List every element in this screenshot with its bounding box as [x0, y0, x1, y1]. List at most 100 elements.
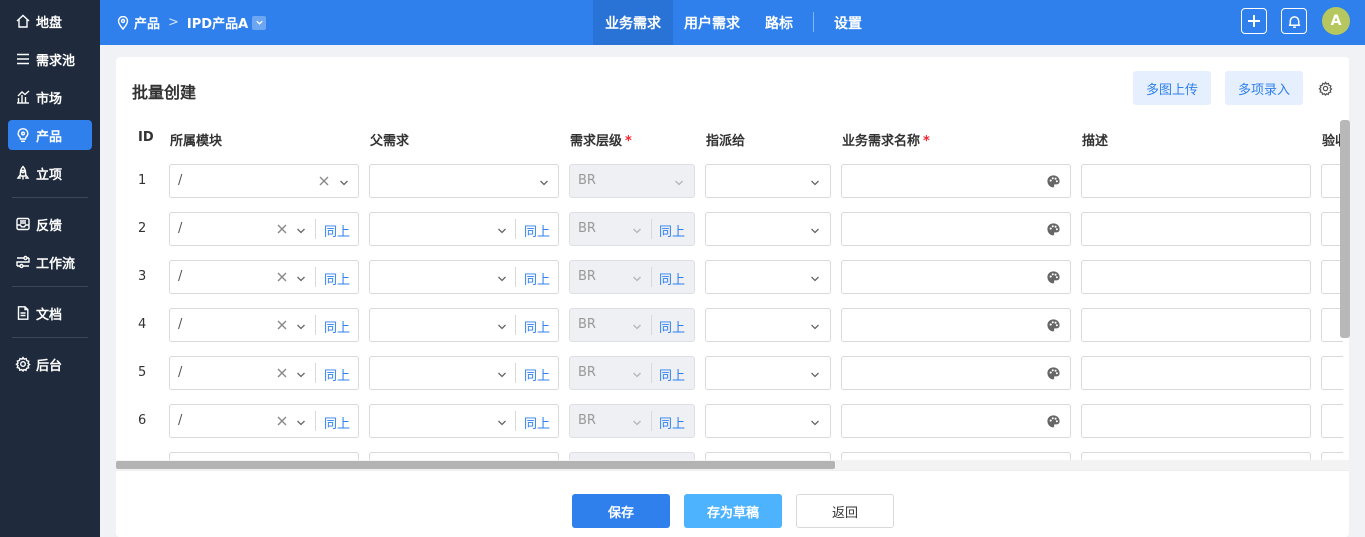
parent-requirement-select[interactable]: 同上 — [369, 404, 559, 438]
description-input[interactable] — [1081, 404, 1311, 438]
assignee-select[interactable] — [705, 260, 831, 294]
parent-requirement-select[interactable]: 同上 — [369, 308, 559, 342]
module-select[interactable]: / 同上 — [169, 308, 359, 342]
requirement-name-input[interactable] — [841, 212, 1071, 246]
same-as-above-toggle[interactable]: 同上 — [524, 365, 550, 384]
same-as-above-toggle[interactable]: 同上 — [659, 221, 685, 240]
parent-requirement-select[interactable]: 同上 — [369, 212, 559, 246]
color-palette-icon[interactable] — [1046, 270, 1061, 285]
same-as-above-toggle[interactable]: 同上 — [659, 269, 685, 288]
parent-requirement-select[interactable] — [369, 164, 559, 198]
multi-image-upload-button[interactable]: 多图上传 — [1133, 71, 1211, 105]
same-as-above-toggle[interactable]: 同上 — [659, 413, 685, 432]
parent-requirement-select[interactable]: 同上 — [369, 260, 559, 294]
requirement-level-select[interactable]: BR 同上 — [569, 308, 695, 342]
tab-business-requirements[interactable]: 业务需求 — [593, 0, 673, 45]
same-as-above-toggle[interactable]: 同上 — [324, 269, 350, 288]
color-palette-icon[interactable] — [1046, 366, 1061, 381]
module-select[interactable]: / 同上 — [169, 260, 359, 294]
description-input[interactable] — [1081, 260, 1311, 294]
save-draft-button[interactable]: 存为草稿 — [684, 494, 782, 528]
add-button[interactable] — [1241, 8, 1267, 34]
module-select[interactable]: / 同上 — [169, 212, 359, 246]
sidebar-item-dashboard[interactable]: 地盘 — [8, 6, 92, 36]
sidebar-item-demand-pool[interactable]: 需求池 — [8, 44, 92, 74]
breadcrumb-root[interactable]: 产品 — [134, 13, 160, 32]
requirement-level-select[interactable]: BR 同上 — [569, 260, 695, 294]
module-select[interactable]: / 同上 — [169, 404, 359, 438]
clear-icon[interactable] — [276, 415, 288, 427]
tab-settings[interactable]: 设置 — [827, 0, 869, 45]
color-palette-icon[interactable] — [1046, 414, 1061, 429]
row-cell[interactable] — [569, 452, 695, 460]
description-input[interactable] — [1081, 212, 1311, 246]
requirement-name-input[interactable] — [841, 308, 1071, 342]
clear-icon[interactable] — [276, 271, 288, 283]
sidebar-item-admin[interactable]: 后台 — [8, 349, 92, 379]
same-as-above-toggle[interactable]: 同上 — [324, 317, 350, 336]
row-cell[interactable] — [841, 452, 1071, 460]
sidebar-item-project[interactable]: 立项 — [8, 158, 92, 188]
acceptance-input[interactable] — [1321, 404, 1343, 438]
sidebar-item-product[interactable]: 产品 — [8, 120, 92, 150]
scrollbar-thumb[interactable] — [116, 461, 835, 469]
tab-roadmap[interactable]: 路标 — [758, 0, 800, 45]
row-cell[interactable] — [705, 452, 831, 460]
assignee-select[interactable] — [705, 308, 831, 342]
module-select[interactable]: / — [169, 164, 359, 198]
color-palette-icon[interactable] — [1046, 174, 1061, 189]
same-as-above-toggle[interactable]: 同上 — [524, 413, 550, 432]
acceptance-input[interactable] — [1321, 356, 1343, 390]
same-as-above-toggle[interactable]: 同上 — [659, 317, 685, 336]
save-button[interactable]: 保存 — [572, 494, 670, 528]
assignee-select[interactable] — [705, 356, 831, 390]
clear-icon[interactable] — [276, 319, 288, 331]
description-input[interactable] — [1081, 308, 1311, 342]
back-button[interactable]: 返回 — [796, 494, 894, 528]
same-as-above-toggle[interactable]: 同上 — [524, 317, 550, 336]
settings-gear-icon[interactable] — [1318, 81, 1333, 96]
requirement-level-select[interactable]: BR 同上 — [569, 356, 695, 390]
parent-requirement-select[interactable]: 同上 — [369, 356, 559, 390]
same-as-above-toggle[interactable]: 同上 — [324, 221, 350, 240]
requirement-level-select[interactable]: BR — [569, 164, 695, 198]
requirement-name-input[interactable] — [841, 404, 1071, 438]
breadcrumb-product[interactable]: IPD产品A — [187, 13, 248, 32]
requirement-name-input[interactable] — [841, 164, 1071, 198]
multi-entry-button[interactable]: 多项录入 — [1225, 71, 1303, 105]
sidebar-item-feedback[interactable]: 反馈 — [8, 209, 92, 239]
sidebar-item-workflow[interactable]: 工作流 — [8, 247, 92, 277]
tab-user-requirements[interactable]: 用户需求 — [678, 0, 746, 45]
same-as-above-toggle[interactable]: 同上 — [324, 365, 350, 384]
clear-icon[interactable] — [276, 223, 288, 235]
requirement-name-input[interactable] — [841, 356, 1071, 390]
assignee-select[interactable] — [705, 164, 831, 198]
row-cell[interactable] — [1321, 452, 1343, 460]
sidebar-item-market[interactable]: 市场 — [8, 82, 92, 112]
assignee-select[interactable] — [705, 404, 831, 438]
sidebar-item-docs[interactable]: 文档 — [8, 298, 92, 328]
product-switch-dropdown[interactable] — [252, 15, 267, 30]
vertical-scrollbar[interactable] — [1340, 120, 1350, 338]
requirement-name-input[interactable] — [841, 260, 1071, 294]
module-select[interactable]: / 同上 — [169, 356, 359, 390]
clear-icon[interactable] — [318, 175, 330, 187]
avatar[interactable]: A — [1322, 7, 1350, 35]
same-as-above-toggle[interactable]: 同上 — [324, 413, 350, 432]
same-as-above-toggle[interactable]: 同上 — [659, 365, 685, 384]
horizontal-scrollbar[interactable] — [116, 460, 1349, 470]
row-cell[interactable] — [1081, 452, 1311, 460]
notifications-button[interactable] — [1281, 8, 1307, 34]
row-cell[interactable] — [169, 452, 359, 460]
clear-icon[interactable] — [276, 367, 288, 379]
requirement-level-select[interactable]: BR 同上 — [569, 212, 695, 246]
color-palette-icon[interactable] — [1046, 222, 1061, 237]
same-as-above-toggle[interactable]: 同上 — [524, 269, 550, 288]
assignee-select[interactable] — [705, 212, 831, 246]
color-palette-icon[interactable] — [1046, 318, 1061, 333]
same-as-above-toggle[interactable]: 同上 — [524, 221, 550, 240]
row-cell[interactable] — [369, 452, 559, 460]
description-input[interactable] — [1081, 356, 1311, 390]
requirement-level-select[interactable]: BR 同上 — [569, 404, 695, 438]
description-input[interactable] — [1081, 164, 1311, 198]
